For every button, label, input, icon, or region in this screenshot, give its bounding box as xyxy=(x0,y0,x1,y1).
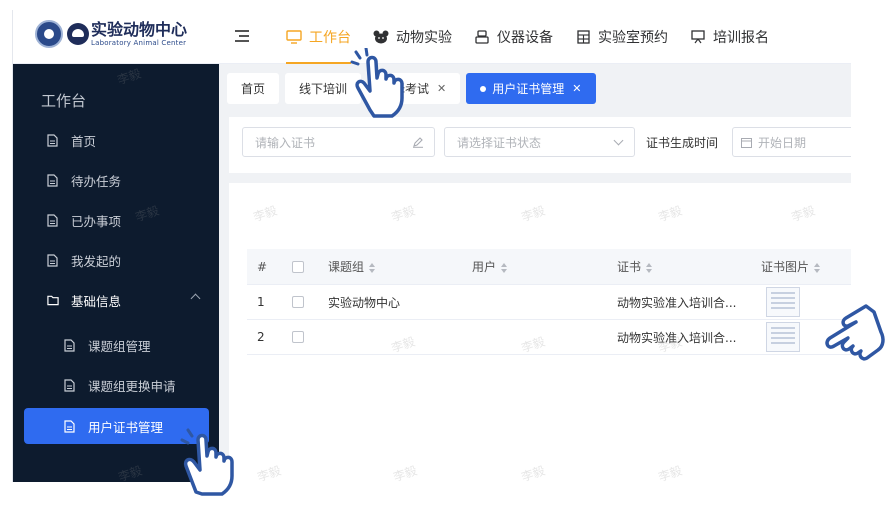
close-icon[interactable]: ✕ xyxy=(437,82,446,95)
sidebar-item-label: 课题组管理 xyxy=(88,338,151,354)
col-image-label: 证书图片 xyxy=(761,260,810,274)
topnav-lab-booking[interactable]: 实验室预约 xyxy=(572,10,687,64)
col-group[interactable]: 课题组 xyxy=(328,258,376,275)
table-panel: # 课题组 用户 证书 证书图片 1 实验动物中心 动物实验准入培训合... 2 xyxy=(229,183,851,482)
presentation-board-icon xyxy=(690,29,706,45)
sort-icon[interactable] xyxy=(646,262,653,273)
menu-collapse-icon[interactable] xyxy=(235,30,249,42)
sort-icon[interactable] xyxy=(501,262,508,273)
row-checkbox[interactable] xyxy=(292,331,304,343)
topnav-label: 动物实验 xyxy=(396,30,452,46)
sidebar-item-label: 首页 xyxy=(71,133,97,149)
row-index: 1 xyxy=(257,295,265,309)
sidebar: 工作台 首页 待办任务 已办事项 我发起的 基础信息 课题组管理 课题组更换申请… xyxy=(13,64,219,482)
sidebar-item-done[interactable]: 已办事项 xyxy=(13,202,219,238)
start-date-placeholder: 开始日期 xyxy=(758,135,807,150)
table-row[interactable]: 1 实验动物中心 动物实验准入培训合... xyxy=(247,285,851,320)
select-all-checkbox[interactable] xyxy=(292,260,304,273)
col-index: # xyxy=(257,259,268,274)
pen-icon xyxy=(412,136,424,151)
col-user[interactable]: 用户 xyxy=(472,258,508,275)
pointer-hand-icon xyxy=(180,428,234,496)
table-header: # 课题组 用户 证书 证书图片 xyxy=(247,249,851,285)
sidebar-title: 工作台 xyxy=(41,92,87,110)
active-dot-icon xyxy=(480,85,487,92)
sidebar-item-group-management[interactable]: 课题组管理 xyxy=(13,327,219,363)
sidebar-item-label: 用户证书管理 xyxy=(88,419,164,435)
mouse-face-icon xyxy=(373,29,389,45)
brand-logo[interactable]: 实验动物中心 Laboratory Animal Center xyxy=(35,20,187,48)
col-user-label: 用户 xyxy=(472,260,497,274)
tab-label: 线下培训 xyxy=(299,82,348,96)
brand-text: 实验动物中心 Laboratory Animal Center xyxy=(91,19,188,48)
document-icon xyxy=(64,338,76,352)
top-header: 实验动物中心 Laboratory Animal Center 工作台 动物实验 xyxy=(13,10,851,64)
col-certificate[interactable]: 证书 xyxy=(617,258,653,275)
calendar-grid-icon xyxy=(575,29,591,45)
sidebar-item-label: 已办事项 xyxy=(71,213,122,229)
close-icon[interactable]: ✕ xyxy=(572,82,581,95)
filter-bar: 请输入证书 请选择证书状态 证书生成时间 开始日期 xyxy=(229,117,851,173)
university-emblem-icon xyxy=(35,20,63,48)
sidebar-group-basic-info[interactable]: 基础信息 xyxy=(13,282,219,318)
sidebar-item-initiated[interactable]: 我发起的 xyxy=(13,242,219,278)
calendar-icon xyxy=(741,137,752,148)
topnav-label: 仪器设备 xyxy=(497,30,553,46)
topnav-label: 培训报名 xyxy=(713,30,769,46)
sidebar-item-label: 课题组更换申请 xyxy=(88,378,176,394)
document-icon xyxy=(47,213,59,227)
sidebar-item-home[interactable]: 首页 xyxy=(13,122,219,158)
col-image[interactable]: 证书图片 xyxy=(761,258,821,275)
certificate-thumbnail[interactable] xyxy=(766,322,800,352)
document-icon xyxy=(64,378,76,392)
row-certificate: 动物实验准入培训合... xyxy=(617,295,737,310)
folder-icon xyxy=(47,294,59,307)
instrument-icon xyxy=(474,29,490,45)
certificate-table: # 课题组 用户 证书 证书图片 1 实验动物中心 动物实验准入培训合... 2 xyxy=(247,249,851,355)
tab-label: 用户证书管理 xyxy=(492,82,565,96)
tab-user-certificate[interactable]: 用户证书管理 ✕ xyxy=(466,73,596,104)
table-row[interactable]: 2 动物实验准入培训合... xyxy=(247,320,851,355)
tab-label: 首页 xyxy=(241,82,266,96)
document-icon xyxy=(64,419,76,433)
lab-animal-mark-icon xyxy=(67,23,89,45)
row-certificate: 动物实验准入培训合... xyxy=(617,330,737,345)
certificate-status-select[interactable]: 请选择证书状态 xyxy=(444,127,635,157)
chevron-up-icon[interactable] xyxy=(190,293,201,304)
pointer-hand-icon xyxy=(350,48,404,118)
topnav-training-signup[interactable]: 培训报名 xyxy=(687,10,788,64)
sort-icon[interactable] xyxy=(814,262,821,273)
certificate-thumbnail[interactable] xyxy=(766,287,800,317)
app-window: 实验动物中心 Laboratory Animal Center 工作台 动物实验 xyxy=(12,10,851,482)
col-certificate-label: 证书 xyxy=(617,260,642,274)
sidebar-item-label: 我发起的 xyxy=(71,253,122,269)
chevron-down-icon xyxy=(613,135,624,146)
sidebar-item-group-change-request[interactable]: 课题组更换申请 xyxy=(13,367,219,403)
pointer-hand-icon xyxy=(825,304,885,361)
row-checkbox[interactable] xyxy=(292,296,304,308)
sort-icon[interactable] xyxy=(369,262,376,273)
certificate-input-placeholder: 请输入证书 xyxy=(255,135,316,150)
certificate-search-input[interactable]: 请输入证书 xyxy=(242,127,435,157)
col-group-label: 课题组 xyxy=(328,260,365,274)
status-select-placeholder: 请选择证书状态 xyxy=(457,135,542,150)
sidebar-item-label: 待办任务 xyxy=(71,173,122,189)
start-date-input[interactable]: 开始日期 xyxy=(732,127,851,157)
topnav-label: 实验室预约 xyxy=(598,30,668,46)
brand-name-cn: 实验动物中心 xyxy=(91,19,188,39)
brand-name-en: Laboratory Animal Center xyxy=(91,38,187,47)
document-icon xyxy=(47,133,59,147)
generated-time-label: 证书生成时间 xyxy=(646,136,719,150)
topnav-instruments[interactable]: 仪器设备 xyxy=(471,10,572,64)
sidebar-item-todo[interactable]: 待办任务 xyxy=(13,162,219,198)
monitor-icon xyxy=(286,29,302,45)
topnav-label: 工作台 xyxy=(309,30,351,46)
tab-home[interactable]: 首页 xyxy=(227,73,280,104)
row-index: 2 xyxy=(257,330,265,344)
sidebar-group-label: 基础信息 xyxy=(71,293,122,309)
row-group: 实验动物中心 xyxy=(328,295,401,310)
document-icon xyxy=(47,173,59,187)
document-icon xyxy=(47,253,59,267)
